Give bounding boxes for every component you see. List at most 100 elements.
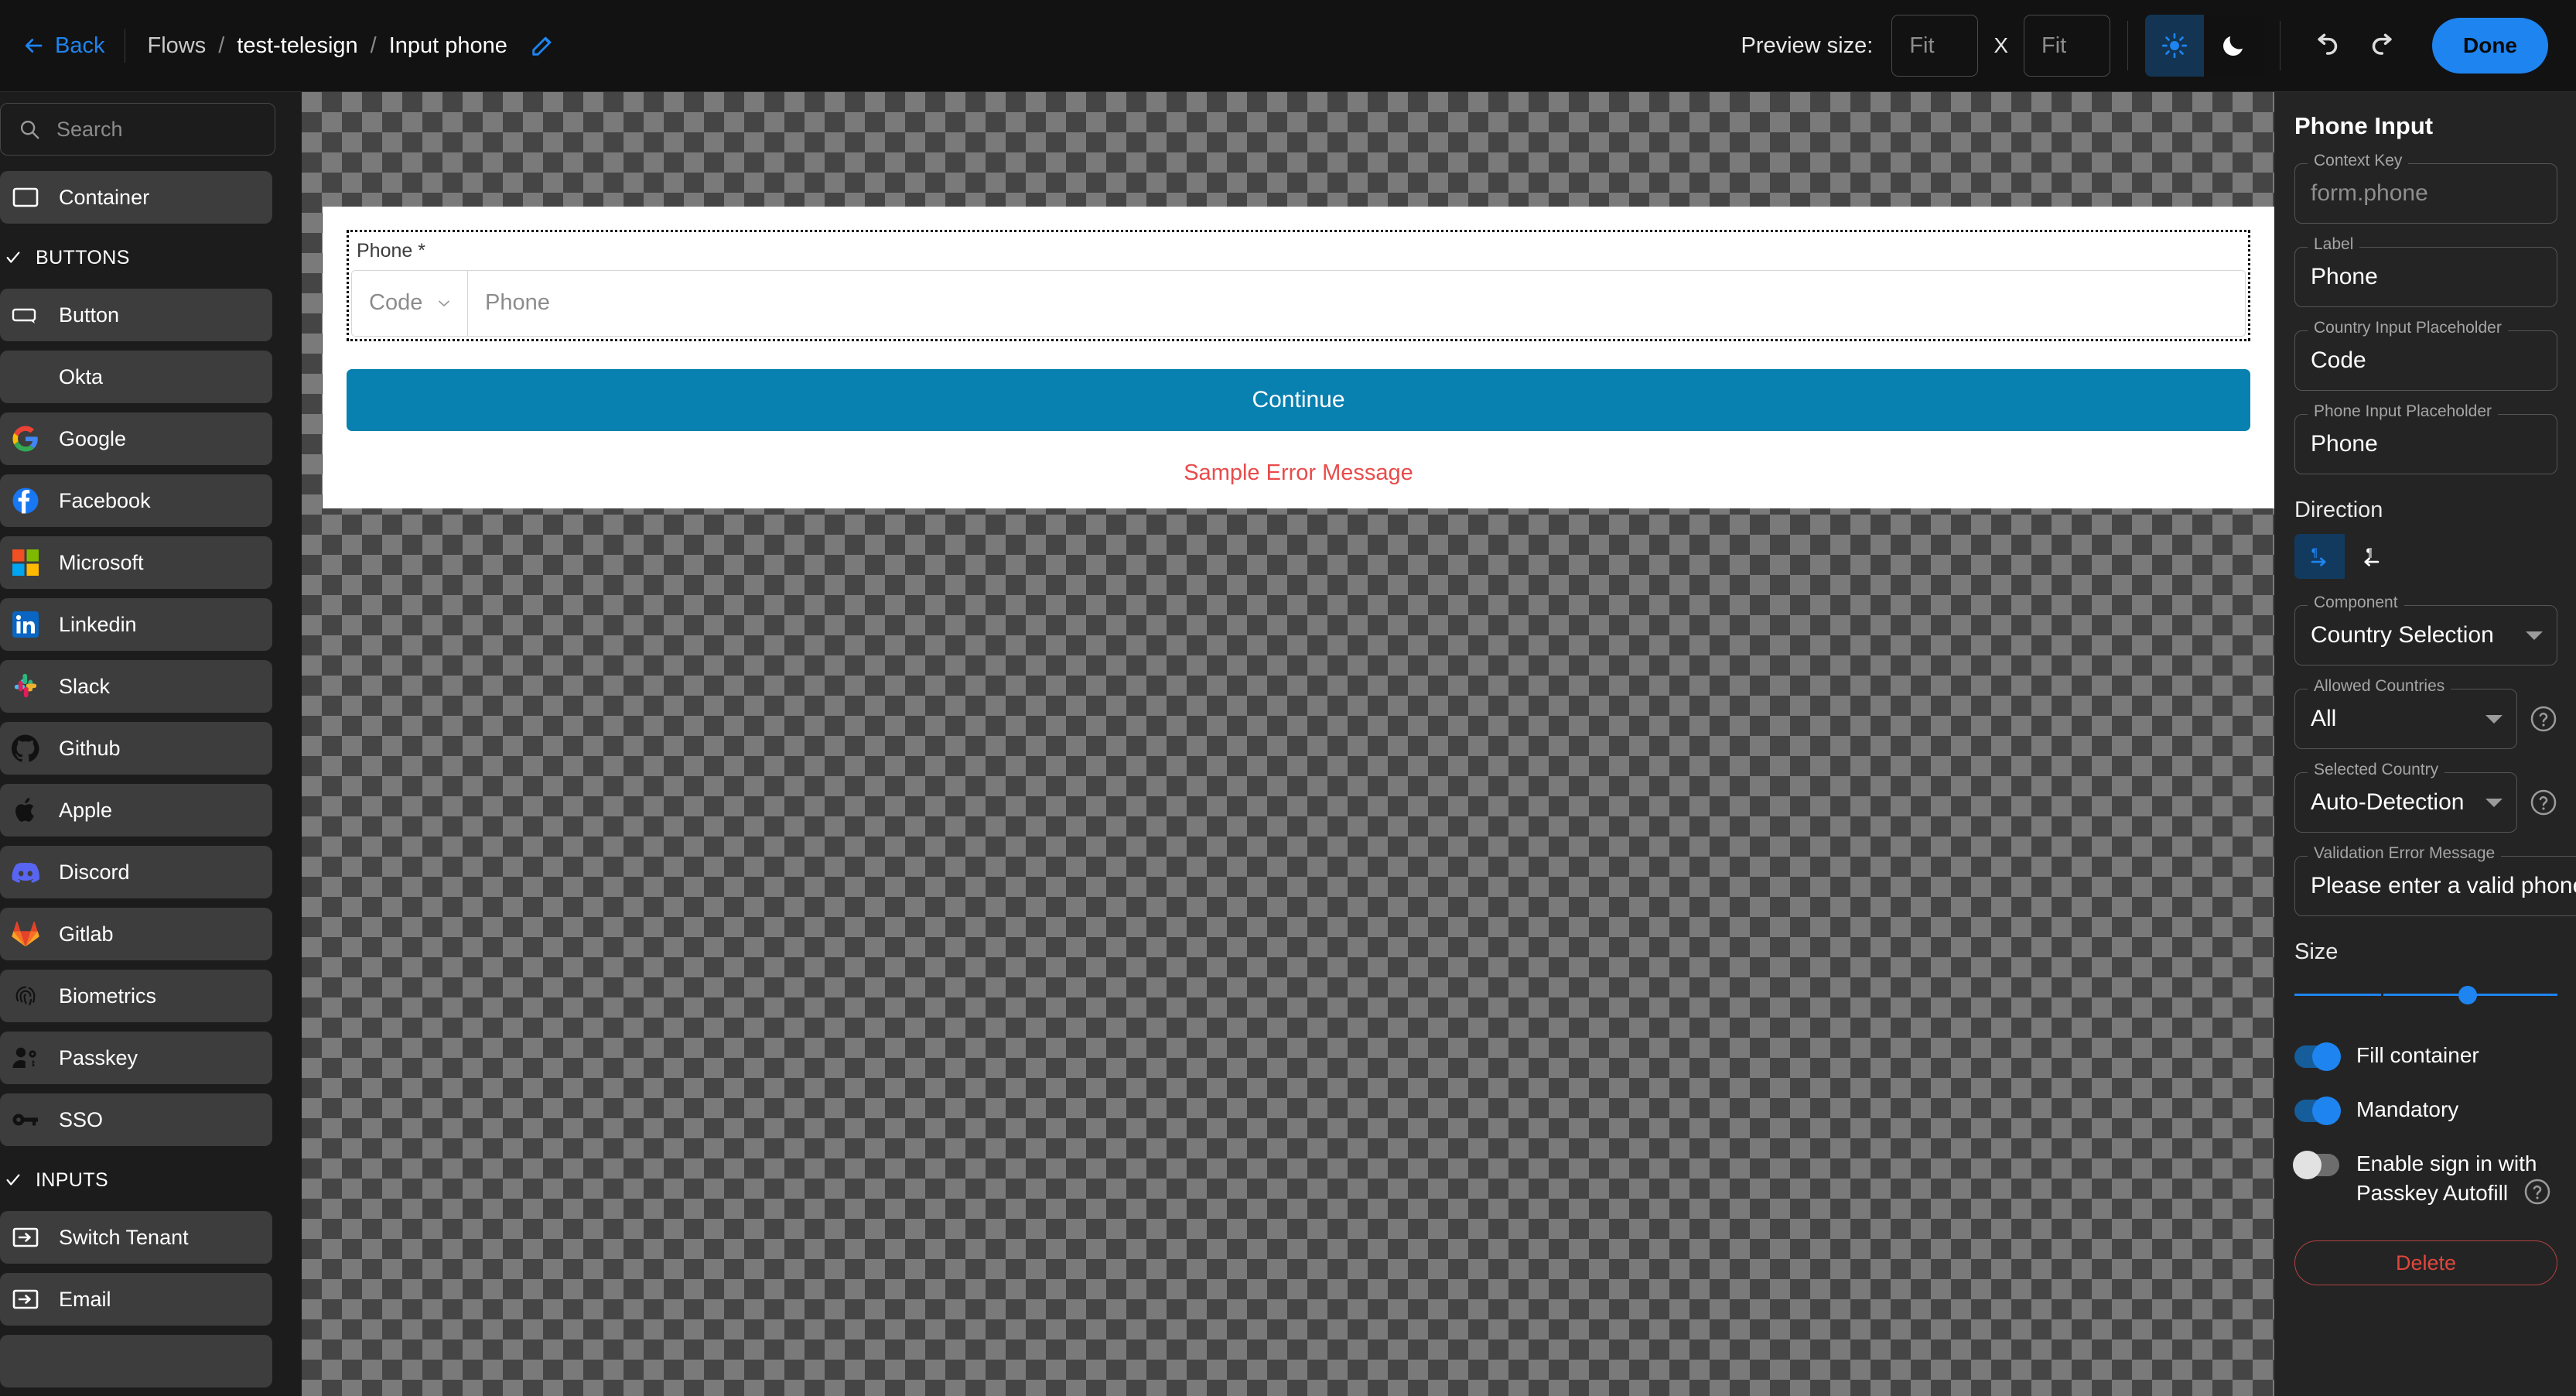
theme-toggle-group — [2145, 15, 2263, 77]
sidebar-item-label: Google — [59, 426, 127, 450]
sidebar-item-label: Slack — [59, 674, 111, 698]
size-slider-tick — [2381, 991, 2384, 999]
linkedin-icon — [9, 608, 42, 641]
dark-theme-button[interactable] — [2204, 15, 2263, 77]
sidebar-item-label: Linkedin — [59, 612, 137, 636]
preview-width-input[interactable]: Fit — [1891, 15, 1979, 77]
breadcrumb-item-screen[interactable]: Input phone — [389, 33, 507, 59]
component-sidebar: Search Container BUTTONS Button Okta Goo… — [0, 92, 302, 1396]
help-icon[interactable] — [2530, 789, 2557, 816]
check-icon — [6, 251, 20, 263]
sidebar-group-inputs[interactable]: INPUTS — [0, 1155, 302, 1205]
direction-ltr-button[interactable]: ¶ — [2294, 534, 2345, 579]
passkey-icon — [9, 1042, 42, 1074]
sidebar-item-gitlab[interactable]: Gitlab — [0, 908, 272, 960]
phone-field-label: Phone * — [357, 239, 425, 262]
sidebar-item-microsoft[interactable]: Microsoft — [0, 536, 272, 589]
sidebar-item-okta[interactable]: Okta — [0, 351, 272, 403]
sidebar-item-button[interactable]: Button — [0, 289, 272, 341]
delete-button[interactable]: Delete — [2294, 1240, 2557, 1286]
fill-container-label: Fill container — [2356, 1043, 2479, 1067]
svg-text:¶: ¶ — [2366, 546, 2372, 559]
help-icon[interactable] — [2530, 705, 2557, 733]
sidebar-item-email[interactable]: Email — [0, 1273, 272, 1326]
sidebar-item-partial[interactable] — [0, 1335, 272, 1387]
phone-input-row: Code Phone — [351, 269, 2246, 337]
size-label: Size — [2294, 939, 2339, 964]
toolbar-left: Back Flows / test-telesign / Input phone — [22, 29, 555, 63]
phone-number-input[interactable]: Phone — [468, 271, 2245, 336]
sidebar-item-label: Biometrics — [59, 984, 157, 1008]
mandatory-toggle[interactable] — [2294, 1096, 2341, 1125]
sidebar-item-linkedin[interactable]: Linkedin — [0, 598, 272, 651]
sidebar-item-passkey[interactable]: Passkey — [0, 1032, 272, 1084]
component-select[interactable]: Component Country Selection — [2294, 594, 2557, 665]
sidebar-item-discord[interactable]: Discord — [0, 846, 272, 898]
panel-title: Phone Input — [2294, 112, 2434, 139]
context-key-field[interactable]: Context Key form.phone — [2294, 152, 2557, 224]
sidebar-item-label: Switch Tenant — [59, 1225, 189, 1249]
label-field[interactable]: Label Phone — [2294, 236, 2557, 307]
chevron-down-icon — [439, 300, 449, 306]
direction-rtl-button[interactable]: ¶ — [2345, 534, 2395, 579]
sidebar-item-switch-tenant[interactable]: Switch Tenant — [0, 1211, 272, 1264]
sidebar-group-buttons[interactable]: BUTTONS — [0, 233, 302, 282]
size-slider-thumb[interactable] — [2458, 986, 2478, 1004]
sidebar-item-google[interactable]: Google — [0, 412, 272, 465]
passkey-autofill-row: Enable sign in with Passkey Autofill — [2293, 1149, 2557, 1209]
sidebar-item-label: Discord — [59, 860, 130, 884]
text-direction-rtl-icon: ¶ — [2363, 546, 2379, 566]
sidebar-item-slack[interactable]: Slack — [0, 660, 272, 713]
label-field-value: Phone — [2311, 264, 2378, 289]
preview-canvas[interactable]: Phone * Code Phone Continue Sample Error… — [302, 92, 2274, 1396]
allowed-countries-select[interactable]: Allowed Countries All — [2294, 678, 2517, 749]
github-icon — [9, 732, 42, 765]
size-separator: X — [1993, 33, 2008, 57]
fill-container-toggle[interactable] — [2294, 1042, 2341, 1071]
text-direction-ltr-icon: ¶ — [2311, 546, 2326, 566]
sidebar-item-github[interactable]: Github — [0, 722, 272, 775]
phone-input-component[interactable]: Phone * Code Phone — [347, 229, 2250, 341]
selected-country-row: Selected Country Auto-Detection — [2294, 761, 2557, 833]
direction-label: Direction — [2294, 498, 2383, 522]
selected-country-label: Selected Country — [2308, 761, 2445, 778]
google-icon — [9, 423, 42, 455]
context-key-label: Context Key — [2308, 152, 2409, 169]
country-code-placeholder: Code — [369, 290, 423, 315]
sidebar-item-apple[interactable]: Apple — [0, 784, 272, 837]
done-button[interactable]: Done — [2432, 18, 2548, 74]
preview-height-input[interactable]: Fit — [2024, 15, 2110, 77]
continue-button[interactable]: Continue — [347, 368, 2250, 431]
country-code-select[interactable]: Code — [352, 270, 468, 336]
size-slider[interactable] — [2294, 976, 2557, 1014]
undo-button[interactable] — [2298, 17, 2355, 74]
chevron-down-icon — [2485, 798, 2503, 807]
breadcrumb-item-flows[interactable]: Flows — [147, 33, 206, 59]
selected-country-value: Auto-Detection — [2311, 789, 2465, 815]
sidebar-item-container[interactable]: Container — [0, 171, 272, 224]
input-icon — [9, 1221, 42, 1254]
sidebar-item-sso[interactable]: SSO — [0, 1093, 272, 1146]
svg-text:¶: ¶ — [2311, 546, 2317, 559]
sidebar-group-label: BUTTONS — [36, 246, 130, 269]
light-theme-button[interactable] — [2145, 15, 2204, 77]
passkey-autofill-toggle[interactable] — [2293, 1150, 2339, 1179]
sidebar-item-label: Passkey — [59, 1045, 138, 1069]
validation-error-label: Validation Error Message — [2308, 845, 2502, 861]
country-placeholder-field[interactable]: Country Input Placeholder Code — [2294, 320, 2557, 391]
back-button[interactable]: Back — [22, 33, 125, 59]
validation-error-field[interactable]: Validation Error Message Please enter a … — [2294, 845, 2576, 916]
validation-error-value: Please enter a valid phone — [2311, 873, 2576, 898]
breadcrumb-item-flow[interactable]: test-telesign — [237, 33, 357, 59]
preview-size-label: Preview size: — [1741, 33, 1874, 58]
help-icon[interactable] — [2523, 1178, 2551, 1206]
search-icon — [20, 120, 39, 139]
sidebar-item-biometrics[interactable]: Biometrics — [0, 970, 272, 1022]
sidebar-item-facebook[interactable]: Facebook — [0, 474, 272, 527]
selected-country-select[interactable]: Selected Country Auto-Detection — [2294, 761, 2517, 833]
pencil-icon[interactable] — [529, 33, 555, 59]
chevron-down-icon — [2485, 714, 2503, 724]
redo-button[interactable] — [2355, 17, 2412, 74]
phone-placeholder-field[interactable]: Phone Input Placeholder Phone — [2294, 403, 2557, 474]
search-input[interactable]: Search — [0, 103, 275, 156]
